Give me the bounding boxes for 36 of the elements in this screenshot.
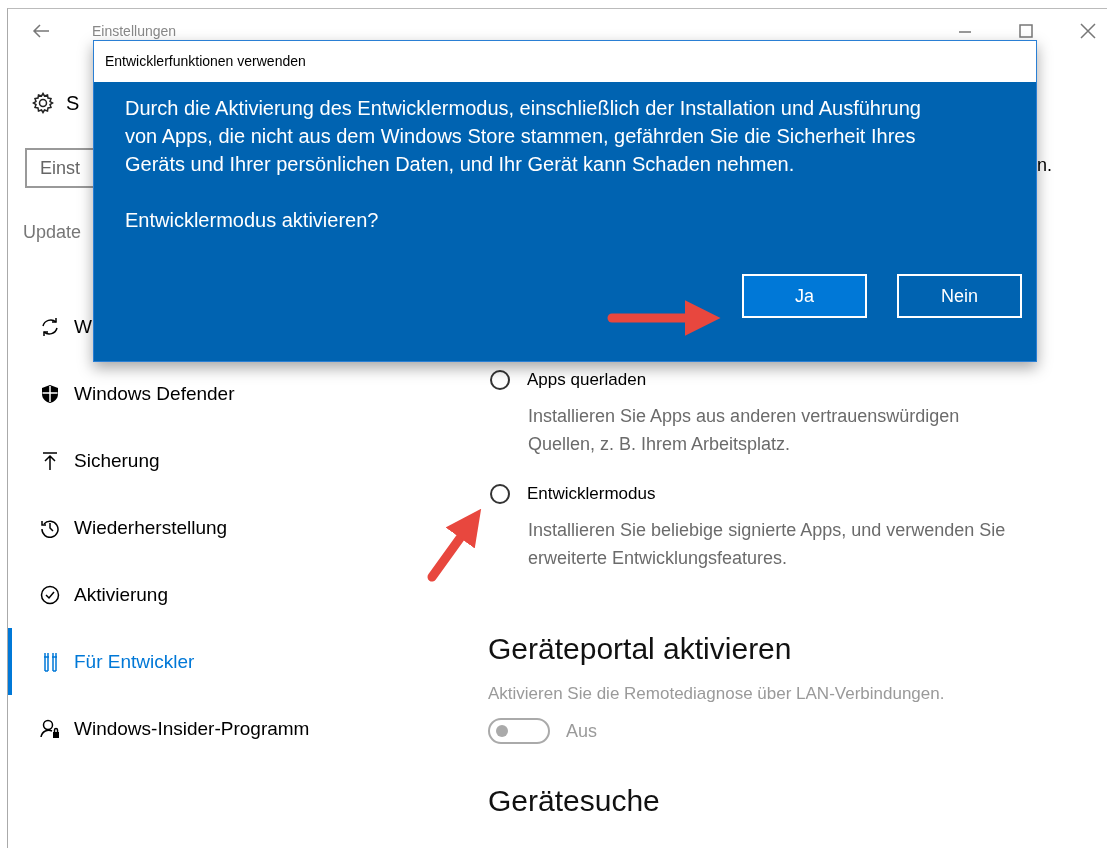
sidebar-heading: S bbox=[66, 91, 80, 115]
dialog-title: Entwicklerfunktionen verwenden bbox=[94, 41, 1036, 82]
text-fragment: n. bbox=[1037, 154, 1052, 177]
section-heading: Geräteportal aktivieren bbox=[488, 632, 793, 666]
maximize-icon[interactable] bbox=[1019, 23, 1033, 38]
option-label: Apps querladen bbox=[527, 370, 647, 390]
option-description: Installieren Sie beliebige signierte Apps, und verwenden Sie erweiterte Entwicklungsfeatures. bbox=[528, 519, 1007, 570]
sidebar-item[interactable]: W bbox=[8, 293, 488, 360]
dialog-button[interactable]: Ja bbox=[742, 274, 867, 318]
sidebar-item[interactable]: Wiederherstellung bbox=[8, 494, 488, 561]
sidebar-item[interactable]: Sicherung bbox=[8, 427, 488, 494]
toggle-switch[interactable] bbox=[488, 718, 550, 744]
section-heading: Update bbox=[23, 222, 82, 244]
window-title: Einstellungen bbox=[92, 22, 177, 39]
sidebar-item[interactable]: Für Entwickler bbox=[8, 628, 488, 695]
shield-icon bbox=[40, 383, 60, 404]
sidebar-item[interactable]: Aktivierung bbox=[8, 561, 488, 628]
portal-description: Aktivieren Sie die Remotediagnose über LAN-Verbindungen. bbox=[488, 684, 946, 704]
toggle-label: Aus bbox=[566, 720, 598, 742]
upload-icon bbox=[40, 450, 60, 471]
dialog-question: Entwicklermodus aktivieren? bbox=[125, 208, 380, 233]
sidebar-item[interactable]: Windows-Insider-Programm bbox=[8, 695, 488, 762]
close-icon[interactable] bbox=[1080, 22, 1096, 39]
option-label: Entwicklermodus bbox=[527, 484, 656, 504]
radio-button[interactable] bbox=[490, 370, 510, 390]
radio-button[interactable] bbox=[490, 484, 510, 504]
sidebar-item[interactable]: Windows Defender bbox=[8, 360, 488, 427]
sync-icon bbox=[40, 316, 60, 337]
check-circle-icon bbox=[40, 584, 60, 605]
dialog-message: Durch die Aktivierung des Entwicklermodus, einschließlich der Installation und Ausführung von Apps, die nicht aus dem Windows Store stammen, gefährden Sie die Sicherheit Ihres Geräts und Ihrer persönlichen Daten, und Ihr Gerät kann Schaden nehmen. bbox=[125, 96, 922, 177]
dialog-button[interactable]: Nein bbox=[897, 274, 1022, 318]
section-heading: Gerätesuche bbox=[488, 784, 661, 818]
settings-icon bbox=[32, 92, 54, 114]
back-icon[interactable] bbox=[32, 22, 50, 39]
person-lock-icon bbox=[40, 718, 60, 739]
option-description: Installieren Sie Apps aus anderen vertrauenswürdigen Quellen, z. B. Ihrem Arbeitsplatz. bbox=[528, 405, 961, 456]
